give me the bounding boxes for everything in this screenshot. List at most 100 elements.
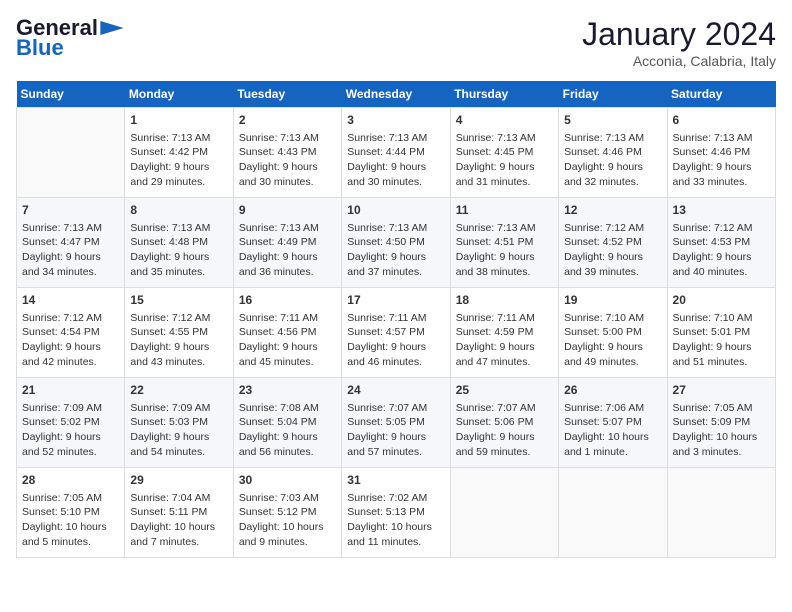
- day-number: 4: [456, 112, 553, 129]
- calendar-cell: 3Sunrise: 7:13 AM Sunset: 4:44 PM Daylig…: [342, 108, 450, 198]
- weekday-header-thursday: Thursday: [450, 81, 558, 108]
- day-number: 9: [239, 202, 336, 219]
- calendar-cell: 22 Sunrise: 7:09 AM Sunset: 5:03 PM Dayli…: [125, 378, 233, 468]
- weekday-header-sunday: Sunday: [17, 81, 125, 108]
- day-number: 6: [673, 112, 770, 129]
- week-row-0: 1 Sunrise: 7:13 AM Sunset: 4:42 PM Daylig…: [17, 108, 776, 198]
- day-number: 25: [456, 382, 553, 399]
- day-number: 28: [22, 472, 119, 489]
- week-row-3: 21Sunrise: 7:09 AM Sunset: 5:02 PM Dayli…: [17, 378, 776, 468]
- day-info: Sunrise: 7:02 AM Sunset: 5:13 PM Dayligh…: [347, 491, 444, 550]
- day-info: Sunrise: 7:09 AM Sunset: 5:02 PM Dayligh…: [22, 401, 119, 460]
- day-number: 7: [22, 202, 119, 219]
- day-info: Sunrise: 7:13 AM Sunset: 4:51 PM Dayligh…: [456, 221, 553, 280]
- day-info: Sunrise: 7:13 AM Sunset: 4:48 PM Dayligh…: [130, 221, 227, 280]
- day-number: 23: [239, 382, 336, 399]
- day-number: 29: [130, 472, 227, 489]
- day-info: Sunrise: 7:03 AM Sunset: 5:12 PM Dayligh…: [239, 491, 336, 550]
- day-info: Sunrise: 7:11 AM Sunset: 4:56 PM Dayligh…: [239, 311, 336, 370]
- calendar-cell: 21Sunrise: 7:09 AM Sunset: 5:02 PM Dayli…: [17, 378, 125, 468]
- calendar-cell: 2 Sunrise: 7:13 AM Sunset: 4:43 PM Daylig…: [233, 108, 341, 198]
- calendar-cell: 29 Sunrise: 7:04 AM Sunset: 5:11 PM Dayli…: [125, 468, 233, 558]
- title-block: January 2024 Acconia, Calabria, Italy: [582, 16, 776, 69]
- day-info: Sunrise: 7:04 AM Sunset: 5:11 PM Dayligh…: [130, 491, 227, 550]
- calendar-cell: 11Sunrise: 7:13 AM Sunset: 4:51 PM Dayli…: [450, 198, 558, 288]
- page-header: General Blue January 2024 Acconia, Calab…: [16, 16, 776, 69]
- day-info: Sunrise: 7:12 AM Sunset: 4:54 PM Dayligh…: [22, 311, 119, 370]
- day-number: 24: [347, 382, 444, 399]
- day-number: 22: [130, 382, 227, 399]
- day-info: Sunrise: 7:13 AM Sunset: 4:50 PM Dayligh…: [347, 221, 444, 280]
- day-number: 2: [239, 112, 336, 129]
- calendar-cell: 19Sunrise: 7:10 AM Sunset: 5:00 PM Dayli…: [559, 288, 667, 378]
- day-info: Sunrise: 7:10 AM Sunset: 5:00 PM Dayligh…: [564, 311, 661, 370]
- calendar-cell: 14 Sunrise: 7:12 AM Sunset: 4:54 PM Dayli…: [17, 288, 125, 378]
- day-info: Sunrise: 7:06 AM Sunset: 5:07 PM Dayligh…: [564, 401, 661, 460]
- calendar-cell: 27 Sunrise: 7:05 AM Sunset: 5:09 PM Dayli…: [667, 378, 775, 468]
- day-number: 30: [239, 472, 336, 489]
- weekday-header-friday: Friday: [559, 81, 667, 108]
- day-number: 8: [130, 202, 227, 219]
- calendar-cell: [17, 108, 125, 198]
- day-info: Sunrise: 7:11 AM Sunset: 4:57 PM Dayligh…: [347, 311, 444, 370]
- day-number: 31: [347, 472, 444, 489]
- calendar-cell: 26 Sunrise: 7:06 AM Sunset: 5:07 PM Dayli…: [559, 378, 667, 468]
- logo-blue: Blue: [16, 36, 64, 60]
- calendar-cell: 10Sunrise: 7:13 AM Sunset: 4:50 PM Dayli…: [342, 198, 450, 288]
- calendar-cell: 9 Sunrise: 7:13 AM Sunset: 4:49 PM Daylig…: [233, 198, 341, 288]
- calendar-table: SundayMondayTuesdayWednesdayThursdayFrid…: [16, 81, 776, 558]
- calendar-cell: 8 Sunrise: 7:13 AM Sunset: 4:48 PM Daylig…: [125, 198, 233, 288]
- day-number: 5: [564, 112, 661, 129]
- day-info: Sunrise: 7:07 AM Sunset: 5:05 PM Dayligh…: [347, 401, 444, 460]
- calendar-cell: 1 Sunrise: 7:13 AM Sunset: 4:42 PM Daylig…: [125, 108, 233, 198]
- day-info: Sunrise: 7:13 AM Sunset: 4:45 PM Dayligh…: [456, 131, 553, 190]
- day-info: Sunrise: 7:12 AM Sunset: 4:53 PM Dayligh…: [673, 221, 770, 280]
- day-number: 14: [22, 292, 119, 309]
- calendar-cell: 30 Sunrise: 7:03 AM Sunset: 5:12 PM Dayli…: [233, 468, 341, 558]
- day-info: Sunrise: 7:13 AM Sunset: 4:49 PM Dayligh…: [239, 221, 336, 280]
- day-number: 12: [564, 202, 661, 219]
- day-info: Sunrise: 7:08 AM Sunset: 5:04 PM Dayligh…: [239, 401, 336, 460]
- calendar-cell: 20Sunrise: 7:10 AM Sunset: 5:01 PM Dayli…: [667, 288, 775, 378]
- day-number: 1: [130, 112, 227, 129]
- calendar-cell: 28Sunrise: 7:05 AM Sunset: 5:10 PM Dayli…: [17, 468, 125, 558]
- weekday-header-saturday: Saturday: [667, 81, 775, 108]
- day-info: Sunrise: 7:09 AM Sunset: 5:03 PM Dayligh…: [130, 401, 227, 460]
- day-info: Sunrise: 7:13 AM Sunset: 4:47 PM Dayligh…: [22, 221, 119, 280]
- day-number: 18: [456, 292, 553, 309]
- day-number: 17: [347, 292, 444, 309]
- location-title: Acconia, Calabria, Italy: [582, 53, 776, 69]
- logo: General Blue: [16, 16, 124, 60]
- weekday-header-wednesday: Wednesday: [342, 81, 450, 108]
- day-info: Sunrise: 7:07 AM Sunset: 5:06 PM Dayligh…: [456, 401, 553, 460]
- day-number: 20: [673, 292, 770, 309]
- day-info: Sunrise: 7:12 AM Sunset: 4:52 PM Dayligh…: [564, 221, 661, 280]
- calendar-cell: 25 Sunrise: 7:07 AM Sunset: 5:06 PM Dayli…: [450, 378, 558, 468]
- week-row-1: 7 Sunrise: 7:13 AM Sunset: 4:47 PM Daylig…: [17, 198, 776, 288]
- day-number: 16: [239, 292, 336, 309]
- day-number: 27: [673, 382, 770, 399]
- calendar-cell: 24 Sunrise: 7:07 AM Sunset: 5:05 PM Dayli…: [342, 378, 450, 468]
- calendar-cell: 7 Sunrise: 7:13 AM Sunset: 4:47 PM Daylig…: [17, 198, 125, 288]
- week-row-4: 28Sunrise: 7:05 AM Sunset: 5:10 PM Dayli…: [17, 468, 776, 558]
- day-info: Sunrise: 7:05 AM Sunset: 5:09 PM Dayligh…: [673, 401, 770, 460]
- calendar-cell: 5 Sunrise: 7:13 AM Sunset: 4:46 PM Daylig…: [559, 108, 667, 198]
- day-number: 13: [673, 202, 770, 219]
- week-row-2: 14 Sunrise: 7:12 AM Sunset: 4:54 PM Dayli…: [17, 288, 776, 378]
- calendar-cell: 23 Sunrise: 7:08 AM Sunset: 5:04 PM Dayli…: [233, 378, 341, 468]
- calendar-cell: 4 Sunrise: 7:13 AM Sunset: 4:45 PM Daylig…: [450, 108, 558, 198]
- calendar-cell: [559, 468, 667, 558]
- day-number: 3: [347, 112, 444, 129]
- day-number: 26: [564, 382, 661, 399]
- day-number: 15: [130, 292, 227, 309]
- calendar-cell: 6Sunrise: 7:13 AM Sunset: 4:46 PM Daylig…: [667, 108, 775, 198]
- day-info: Sunrise: 7:13 AM Sunset: 4:43 PM Dayligh…: [239, 131, 336, 190]
- day-info: Sunrise: 7:13 AM Sunset: 4:42 PM Dayligh…: [130, 131, 227, 190]
- calendar-cell: [450, 468, 558, 558]
- calendar-cell: 18Sunrise: 7:11 AM Sunset: 4:59 PM Dayli…: [450, 288, 558, 378]
- calendar-cell: 12 Sunrise: 7:12 AM Sunset: 4:52 PM Dayli…: [559, 198, 667, 288]
- day-info: Sunrise: 7:13 AM Sunset: 4:46 PM Dayligh…: [564, 131, 661, 190]
- weekday-header-row: SundayMondayTuesdayWednesdayThursdayFrid…: [17, 81, 776, 108]
- calendar-cell: 16 Sunrise: 7:11 AM Sunset: 4:56 PM Dayli…: [233, 288, 341, 378]
- calendar-cell: 31 Sunrise: 7:02 AM Sunset: 5:13 PM Dayli…: [342, 468, 450, 558]
